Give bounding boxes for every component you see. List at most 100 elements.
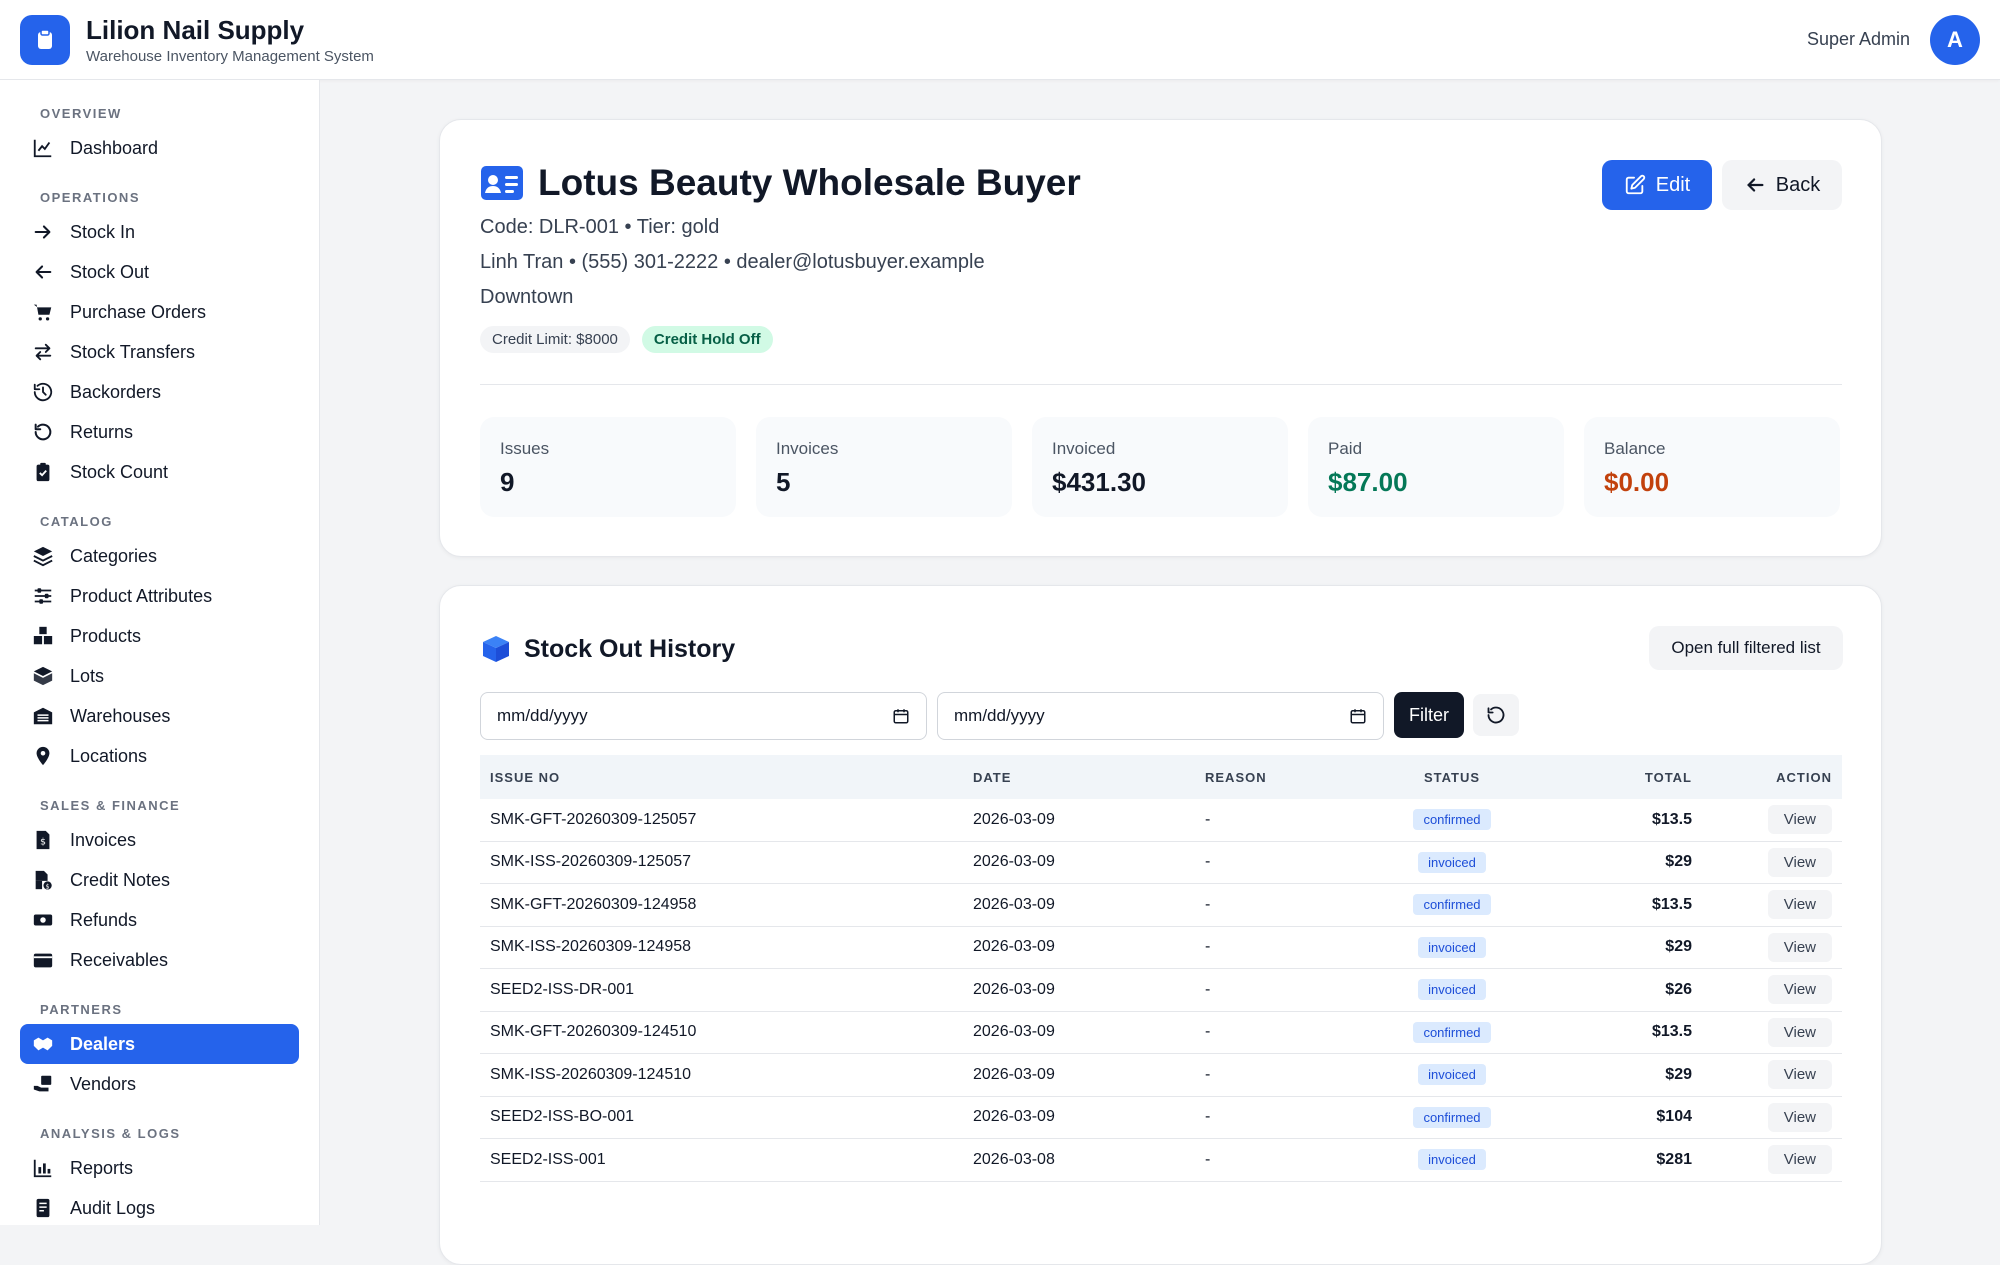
sidebar-item-stock-in[interactable]: Stock In <box>20 212 299 252</box>
issue-reason: - <box>1205 980 1211 998</box>
sidebar-item-receivables[interactable]: Receivables <box>20 940 299 980</box>
sidebar-item-label: Audit Logs <box>70 1197 156 1218</box>
action-cell: View <box>1702 805 1842 835</box>
warehouse-icon <box>33 707 53 725</box>
sidebar-item-products[interactable]: Products <box>20 616 299 656</box>
sidebar-item-credit-notes[interactable]: $ Credit Notes <box>20 860 299 900</box>
filter-button[interactable]: Filter <box>1394 692 1464 738</box>
status-badge: confirmed <box>1413 809 1491 831</box>
dealer-badges: Credit Limit: $8000 Credit Hold Off <box>480 326 773 353</box>
sidebar-item-label: Warehouses <box>70 705 171 726</box>
history-icon <box>33 382 53 402</box>
table-row: SMK-GFT-20260309-124958 2026-03-09 - confir… <box>480 884 1842 927</box>
action-cell: View <box>1702 1017 1842 1047</box>
view-button[interactable]: View <box>1767 932 1832 962</box>
column-header-reason[interactable]: REASON <box>1187 770 1367 785</box>
table-row: SMK-ISS-20260309-125057 2026-03-09 - invoic… <box>480 842 1842 884</box>
sidebar-item-label: Reports <box>70 1157 134 1178</box>
back-button[interactable]: Back <box>1722 160 1842 210</box>
wallet-icon <box>33 953 53 968</box>
sidebar-item-lots[interactable]: Lots <box>20 656 299 696</box>
reset-icon <box>1487 706 1505 724</box>
sidebar-item-stock-out[interactable]: Stock Out <box>20 252 299 292</box>
sidebar-item-label: Refunds <box>70 909 138 930</box>
stat-value: 5 <box>776 467 791 497</box>
reset-filter-button[interactable] <box>1473 694 1519 736</box>
stat-value: $431.30 <box>1052 467 1146 497</box>
nav-section-title: PARTNERS <box>40 1002 123 1017</box>
sidebar-item-label: Backorders <box>70 381 162 402</box>
sidebar-item-backorders[interactable]: Backorders <box>20 372 299 412</box>
action-cell: View <box>1702 975 1842 1005</box>
back-button-label: Back <box>1775 173 1821 196</box>
issue-reason: - <box>1205 810 1211 828</box>
sidebar-item-locations[interactable]: Locations <box>20 736 299 776</box>
handshake-icon <box>33 1037 53 1051</box>
view-button[interactable]: View <box>1767 1017 1832 1047</box>
date-from-input[interactable]: mm/dd/yyyy <box>480 692 927 740</box>
app-logo-icon[interactable] <box>20 14 70 65</box>
issue-total: $104 <box>1656 1108 1692 1126</box>
sidebar-item-label: Invoices <box>70 829 137 850</box>
sidebar-item-label: Products <box>70 625 142 646</box>
dealer-code-tier: Code: DLR-001 • Tier: gold <box>480 216 720 238</box>
view-button[interactable]: View <box>1767 1145 1832 1175</box>
column-header-date[interactable]: DATE <box>963 770 1187 785</box>
status-cell: invoiced <box>1367 851 1537 873</box>
view-button[interactable]: View <box>1767 805 1832 835</box>
truck-hand-icon <box>33 1075 52 1092</box>
sidebar-item-stock-transfers[interactable]: Stock Transfers <box>20 332 299 372</box>
table-row: SEED2-ISS-BO-001 2026-03-09 - confirmed $104… <box>480 1097 1842 1139</box>
sidebar-item-categories[interactable]: Categories <box>20 536 299 576</box>
issue-total: $26 <box>1665 980 1692 998</box>
sidebar-item-warehouses[interactable]: Warehouses <box>20 696 299 736</box>
sidebar-item-stock-count[interactable]: Stock Count <box>20 452 299 492</box>
issue-no: SMK-GFT-20260309-124510 <box>490 1023 697 1041</box>
date-to-input[interactable]: mm/dd/yyyy <box>937 692 1384 740</box>
sidebar-item-returns[interactable]: Returns <box>20 412 299 452</box>
sidebar-item-dealers[interactable]: Dealers <box>20 1024 299 1064</box>
calendar-icon[interactable] <box>1349 707 1367 725</box>
stat-value: 9 <box>500 467 515 497</box>
table-row: SMK-GFT-20260309-125057 2026-03-09 - confir… <box>480 799 1842 842</box>
sidebar-item-product-attributes[interactable]: Product Attributes <box>20 576 299 616</box>
undo-icon <box>34 423 52 441</box>
open-full-list-button[interactable]: Open full filtered list <box>1649 626 1843 670</box>
sidebar-item-audit-logs[interactable]: Audit Logs <box>20 1188 299 1225</box>
issue-total: $13.5 <box>1651 1023 1692 1041</box>
view-button[interactable]: View <box>1767 847 1832 877</box>
sidebar-item-refunds[interactable]: Refunds <box>20 900 299 940</box>
issue-no: SMK-ISS-20260309-125057 <box>490 853 692 871</box>
column-header-issue-no[interactable]: ISSUE NO <box>480 770 963 785</box>
table-row: SMK-ISS-20260309-124510 2026-03-09 - invoic… <box>480 1054 1842 1097</box>
view-button[interactable]: View <box>1767 890 1832 920</box>
user-menu[interactable]: Super Admin A <box>1807 14 1980 65</box>
column-header-action[interactable]: ACTION <box>1702 770 1842 785</box>
view-button[interactable]: View <box>1767 1102 1832 1132</box>
invoice-icon: $ <box>36 830 50 850</box>
layers-icon <box>33 546 53 567</box>
file-dollar-icon: $ <box>35 870 52 890</box>
arrow-left-icon <box>1747 178 1764 192</box>
view-button[interactable]: View <box>1767 975 1832 1005</box>
sidebar-item-vendors[interactable]: Vendors <box>20 1064 299 1104</box>
issue-date: 2026-03-09 <box>973 1108 1055 1126</box>
sidebar-item-reports[interactable]: Reports <box>20 1148 299 1188</box>
avatar[interactable]: A <box>1930 14 1980 65</box>
history-title: Stock Out History <box>480 634 735 664</box>
box-icon <box>483 636 509 662</box>
status-badge: invoiced <box>1418 979 1486 1001</box>
sidebar-item-label: Stock Out <box>70 261 150 282</box>
table-row: SEED2-ISS-001 2026-03-08 - invoiced $281 View <box>480 1139 1842 1182</box>
sidebar-item-dashboard[interactable]: Dashboard <box>20 128 299 168</box>
stat-value: $87.00 <box>1328 467 1408 497</box>
column-header-status[interactable]: STATUS <box>1367 770 1537 785</box>
sidebar-item-label: Categories <box>70 545 158 566</box>
view-button[interactable]: View <box>1767 1060 1832 1090</box>
sidebar-item-invoices[interactable]: $ Invoices <box>20 820 299 860</box>
sidebar-item-purchase-orders[interactable]: Purchase Orders <box>20 292 299 332</box>
sidebar-item-label: Product Attributes <box>70 585 213 606</box>
calendar-icon[interactable] <box>892 707 910 725</box>
edit-button[interactable]: Edit <box>1602 160 1712 210</box>
column-header-total[interactable]: TOTAL <box>1537 770 1702 785</box>
